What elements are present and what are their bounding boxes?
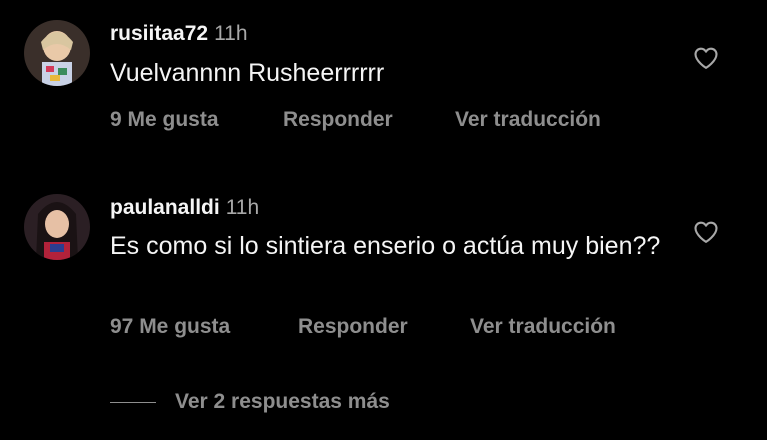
reply-button[interactable]: Responder — [298, 315, 408, 339]
comment-username[interactable]: rusiitaa72 11h — [110, 22, 248, 46]
heart-icon[interactable] — [692, 44, 720, 72]
comment-timestamp: 11h — [225, 196, 260, 219]
likes-count-button[interactable]: 9 Me gusta — [110, 108, 219, 132]
heart-icon[interactable] — [692, 218, 720, 246]
replies-divider — [110, 402, 156, 403]
comment-username[interactable]: paulanalldi 11h — [110, 196, 259, 220]
comment-timestamp: 11h — [214, 22, 248, 45]
avatar[interactable] — [24, 20, 90, 86]
avatar[interactable] — [24, 194, 90, 260]
comment-text: Es como si lo sintiera enserio o actúa m… — [110, 232, 661, 260]
translate-button[interactable]: Ver traducción — [470, 315, 616, 339]
reply-button[interactable]: Responder — [283, 108, 393, 132]
translate-button[interactable]: Ver traducción — [455, 108, 601, 132]
likes-count-button[interactable]: 97 Me gusta — [110, 315, 230, 339]
view-replies-label: Ver 2 respuestas más — [175, 390, 390, 413]
comment-text: Vuelvannnn Rusheerrrrrr — [110, 59, 385, 87]
